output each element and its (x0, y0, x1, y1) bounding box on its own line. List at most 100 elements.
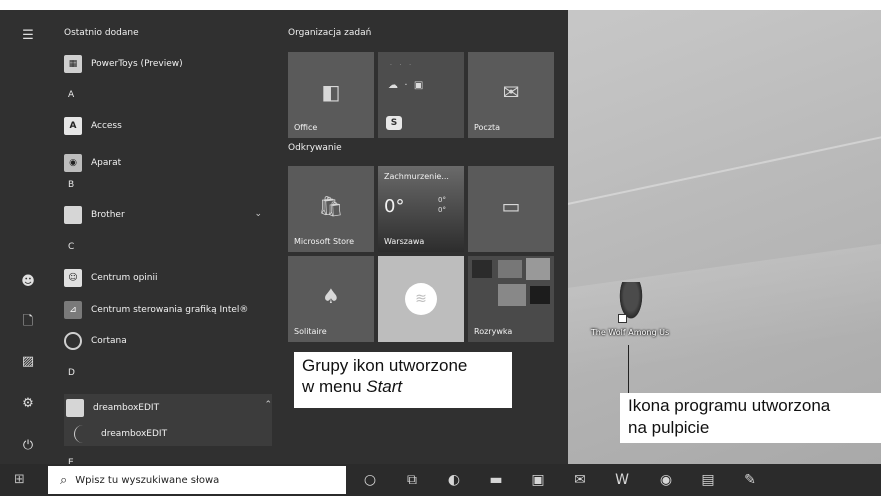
menu-icon[interactable]: ☰ (18, 26, 38, 46)
cards-icon: ♠ (322, 284, 340, 308)
app-label: dreamboxEDIT (101, 429, 168, 439)
app-item-brother[interactable]: Brother ⌄ (64, 203, 268, 227)
tile-label: Microsoft Store (294, 237, 355, 246)
photoshop-express-icon (530, 286, 550, 304)
app-label: Brother (91, 210, 125, 220)
onedrive-icon: ☁ · ▣ (388, 80, 424, 91)
callout-line-2-prefix: w menu (302, 377, 367, 396)
mini-app-icons: · · · (390, 62, 411, 69)
weather-high: 0° (438, 196, 446, 204)
settings-icon[interactable]: ⚙ (18, 394, 38, 414)
callout-line-1: Ikona programu utworzona (628, 396, 831, 415)
app-label: Cortana (91, 336, 127, 346)
task-view-icon[interactable]: ⧉ (400, 468, 424, 492)
tile-label: Solitaire (294, 327, 327, 336)
tile-spotify[interactable]: ≋ (378, 256, 464, 342)
music-icon (498, 260, 522, 278)
chrome-icon[interactable]: ◉ (654, 468, 678, 492)
windows-start-icon[interactable]: ⊞ (14, 473, 28, 487)
access-icon: A (64, 117, 82, 135)
search-box[interactable]: ⌕ Wpisz tu wyszukiwane słowa (48, 466, 346, 494)
letter-header-c[interactable]: C (68, 242, 74, 252)
weather-temperature: 0° (384, 196, 405, 217)
letter-header-d[interactable]: D (68, 368, 75, 378)
prime-video-icon (472, 260, 492, 278)
pictures-icon[interactable]: ▨ (18, 352, 38, 372)
intel-graphics-icon: ⊿ (64, 301, 82, 319)
app-label: Centrum opinii (91, 273, 158, 283)
dreambox-icon (74, 425, 92, 443)
tile-office[interactable]: ◧ Office (288, 52, 374, 138)
powertoys-icon: ▦ (64, 55, 82, 73)
tile-office-apps-folder[interactable]: · · · ☁ · ▣ S (378, 52, 464, 138)
desktop-icon-label: The Wolf Among Us (590, 328, 670, 337)
callout-tile-groups: Grupy ikon utworzone w menu Start (294, 352, 512, 408)
app-item-access[interactable]: A Access (64, 114, 268, 138)
start-rail: ☰ ☻ 🗋 ▨ ⚙ ⏻ (0, 10, 56, 464)
letter-header-a[interactable]: A (68, 90, 74, 100)
app-item-aparat[interactable]: ◉ Aparat (64, 151, 268, 175)
tile-news[interactable]: ▭ (468, 166, 554, 252)
game-icon-1 (526, 258, 550, 280)
app-label: PowerToys (Preview) (91, 59, 183, 69)
app-item-centrum-opinii[interactable]: ☺ Centrum opinii (64, 266, 268, 290)
callout-line-1: Grupy ikon utworzone (302, 356, 468, 375)
weather-city: Warszawa (384, 237, 425, 246)
tile-solitaire[interactable]: ♠ Solitaire (288, 256, 374, 342)
feedback-icon: ☺ (64, 269, 82, 287)
letter-header-b[interactable]: B (68, 180, 74, 190)
desktop-icon-the-wolf-among-us[interactable]: The Wolf Among Us (588, 282, 672, 346)
file-explorer-icon[interactable]: ▬ (484, 468, 508, 492)
callout-start-emphasis: Start (366, 377, 403, 396)
store-icon[interactable]: ▣ (526, 468, 550, 492)
shortcut-arrow-icon (618, 314, 627, 323)
document-icon[interactable]: 🗋 (18, 312, 38, 332)
search-icon: ⌕ (60, 472, 68, 488)
callout-line-2: na pulpicie (628, 418, 710, 437)
mail-icon: ✉ (502, 80, 520, 104)
group-title-organizacja[interactable]: Organizacja zadań (288, 28, 371, 38)
skype-icon: S (386, 116, 402, 130)
save-icon[interactable]: ▤ (696, 468, 720, 492)
app-label: dreamboxEDIT (93, 403, 160, 413)
wallpaper-light-streak (564, 116, 881, 206)
camera-icon: ◉ (64, 154, 82, 172)
taskbar: ⊞ ⌕ Wpisz tu wyszukiwane słowa ○ ⧉ ◐ ▬ ▣… (0, 464, 881, 496)
paint-icon[interactable]: ✎ (738, 468, 762, 492)
cortana-icon (64, 332, 82, 350)
callout-desktop-icon: Ikona programu utworzona na pulpicie (620, 393, 881, 443)
app-item-powertoys[interactable]: ▦ PowerToys (Preview) (64, 52, 268, 76)
group-title-odkrywanie[interactable]: Odkrywanie (288, 143, 342, 153)
word-icon[interactable]: W (610, 468, 634, 492)
weather-low: 0° (438, 206, 446, 214)
weather-condition: Zachmurzenie... (384, 172, 449, 181)
office-icon: ◧ (321, 80, 341, 104)
mail-icon[interactable]: ✉ (568, 468, 592, 492)
app-label: Centrum sterowania grafiką Intel® (91, 305, 249, 315)
edge-icon[interactable]: ◐ (442, 468, 466, 492)
power-icon[interactable]: ⏻ (18, 436, 38, 456)
chevron-up-icon: ⌃ (264, 400, 272, 410)
app-item-dreamboxedit[interactable]: dreamboxEDIT (64, 422, 272, 446)
app-list: Ostatnio dodane ▦ PowerToys (Preview) A … (56, 10, 272, 464)
spotify-icon: ≋ (405, 283, 437, 315)
app-label: Access (91, 121, 122, 131)
folder-icon (66, 399, 84, 417)
tile-poczta[interactable]: ✉ Poczta (468, 52, 554, 138)
store-icon: 🛍 (318, 194, 344, 218)
callout-pointer-line (628, 345, 629, 393)
app-item-cortana[interactable]: Cortana (64, 329, 268, 353)
user-icon[interactable]: ☻ (18, 272, 38, 292)
tile-label: Rozrywka (474, 327, 513, 336)
cortana-circle-icon[interactable]: ○ (358, 468, 382, 492)
app-item-dreamboxedit-folder[interactable]: dreamboxEDIT ⌃ (64, 394, 272, 422)
app-item-intel-graphics[interactable]: ⊿ Centrum sterowania grafiką Intel® (64, 298, 268, 322)
search-placeholder: Wpisz tu wyszukiwane słowa (75, 474, 220, 486)
chevron-down-icon: ⌄ (254, 209, 262, 219)
news-icon: ▭ (501, 194, 521, 218)
tile-weather[interactable]: Zachmurzenie... 0° 0° 0° Warszawa (378, 166, 464, 252)
tile-rozrywka[interactable]: Rozrywka (468, 256, 554, 342)
game-icon-2 (498, 284, 526, 306)
folder-icon (64, 206, 82, 224)
tile-microsoft-store[interactable]: 🛍 Microsoft Store (288, 166, 374, 252)
